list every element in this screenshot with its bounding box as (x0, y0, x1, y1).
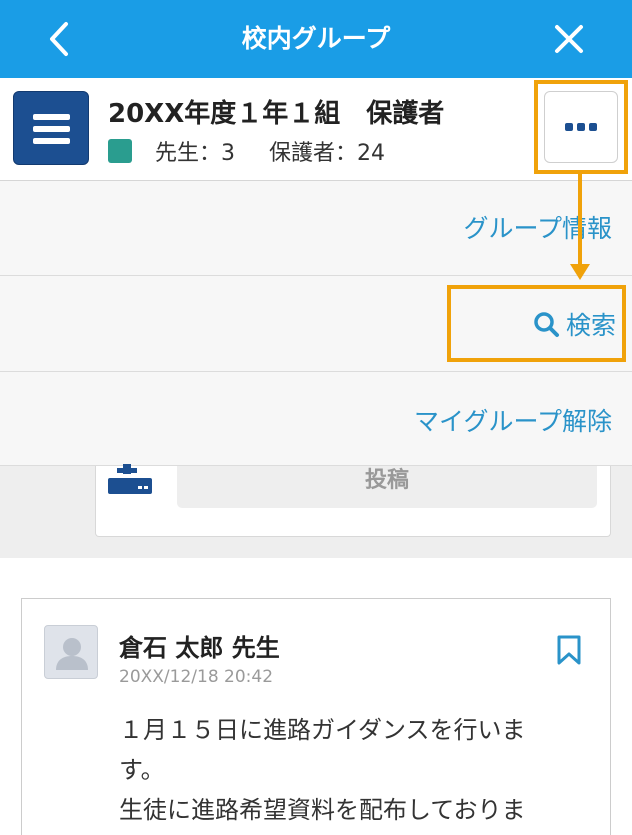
hamburger-menu-button[interactable] (13, 91, 89, 165)
more-dot (589, 123, 597, 131)
chevron-left-icon[interactable] (40, 18, 80, 60)
post-author: 倉石 太郎 先生 (119, 634, 280, 662)
guardian-count: 保護者：24 (269, 141, 385, 166)
callout-arrow-line (578, 174, 582, 270)
post-timestamp: 20XX/12/18 20:42 (119, 667, 274, 687)
menu-item-unregister-mygroup[interactable]: マイグループ解除 (0, 372, 632, 466)
more-options-button[interactable] (544, 91, 618, 163)
post-body-line: １月１５日に進路ガイダンスを行いま (119, 716, 526, 744)
menu-item-search[interactable]: 検索 (0, 276, 632, 372)
more-dots-icon (565, 123, 573, 131)
hamburger-icon-bar (33, 126, 70, 132)
top-navbar: 校内グループ (0, 0, 632, 78)
more-dot (577, 123, 585, 131)
group-member-counts: 先生：3 保護者：24 (108, 136, 385, 166)
user-placeholder-icon (56, 638, 88, 670)
avatar (44, 625, 98, 679)
group-color-tag (108, 139, 132, 163)
search-label-wrap: 検索 (532, 306, 616, 342)
composer-post-button[interactable]: 投稿 (177, 466, 597, 508)
menu-item-label: 検索 (565, 311, 616, 340)
search-icon (534, 312, 559, 337)
post-body-line: 生徒に進路希望資料を配布しておりま (119, 796, 526, 824)
menu-item-label: グループ情報 (463, 214, 612, 243)
group-header: 20XX年度１年１組 保護者 先生：3 保護者：24 (0, 78, 632, 181)
menu-item-group-info[interactable]: グループ情報 (0, 181, 632, 276)
callout-arrow-head (570, 264, 590, 280)
page-title: 校内グループ (241, 24, 391, 53)
post-body: １月１５日に進路ガイダンスを行いま す。 生徒に進路希望資料を配布しておりま (119, 710, 599, 830)
close-icon[interactable] (548, 18, 590, 60)
teacher-count: 先生：3 (155, 141, 235, 166)
hamburger-icon-bar (33, 138, 70, 144)
post-upload-icon (108, 464, 152, 494)
post-body-line: す。 (119, 756, 165, 784)
group-title: 20XX年度１年１組 保護者 (108, 99, 445, 129)
composer-post-label: 投稿 (364, 468, 409, 493)
bookmark-icon[interactable] (556, 635, 582, 665)
hamburger-icon (33, 114, 70, 120)
menu-item-label: マイグループ解除 (413, 407, 612, 436)
